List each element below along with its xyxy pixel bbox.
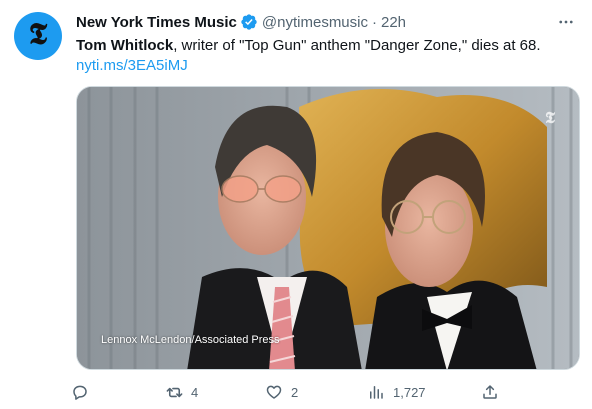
reply-icon [66,378,94,406]
display-name[interactable]: New York Times Music [76,14,237,31]
tweet-text-body: , writer of "Top Gun" anthem "Danger Zon… [173,37,541,54]
views-count: 1,727 [393,384,426,400]
action-bar: 4 2 1,727 [66,378,506,406]
more-icon[interactable] [554,10,578,34]
reply-button[interactable] [66,378,97,406]
separator: · [371,13,377,31]
share-button[interactable] [476,378,504,406]
views-button[interactable]: 1,727 [362,378,426,406]
verified-badge-icon [241,14,257,30]
tweet-text-lead: Tom Whitlock [76,37,174,54]
handle[interactable]: @nytimesmusic [262,14,368,31]
photo-credit: Lennox McLendon/Associated Press [101,334,280,346]
heart-icon [260,378,288,406]
tweet-text: Tom Whitlock, writer of "Top Gun" anthem… [76,36,576,56]
tweet-header: New York Times Music @nytimesmusic · 22h [76,11,544,33]
nyt-logo-icon: 𝕿 [28,17,48,52]
nyt-watermark-icon: 𝕿 [545,108,555,127]
share-icon [476,378,504,406]
photo-image [77,87,579,369]
like-count: 2 [291,384,299,400]
tweet-link[interactable]: nyti.ms/3EA5iMJ [76,56,188,76]
avatar[interactable]: 𝕿 [14,12,62,60]
timestamp[interactable]: 22h [381,14,406,31]
retweet-button[interactable]: 4 [160,378,198,406]
tweet-photo[interactable]: 𝕿 Lennox McLendon/Associated Press [76,86,580,370]
views-icon [362,378,390,406]
retweet-count: 4 [191,384,199,400]
like-button[interactable]: 2 [260,378,298,406]
retweet-icon [160,378,188,406]
